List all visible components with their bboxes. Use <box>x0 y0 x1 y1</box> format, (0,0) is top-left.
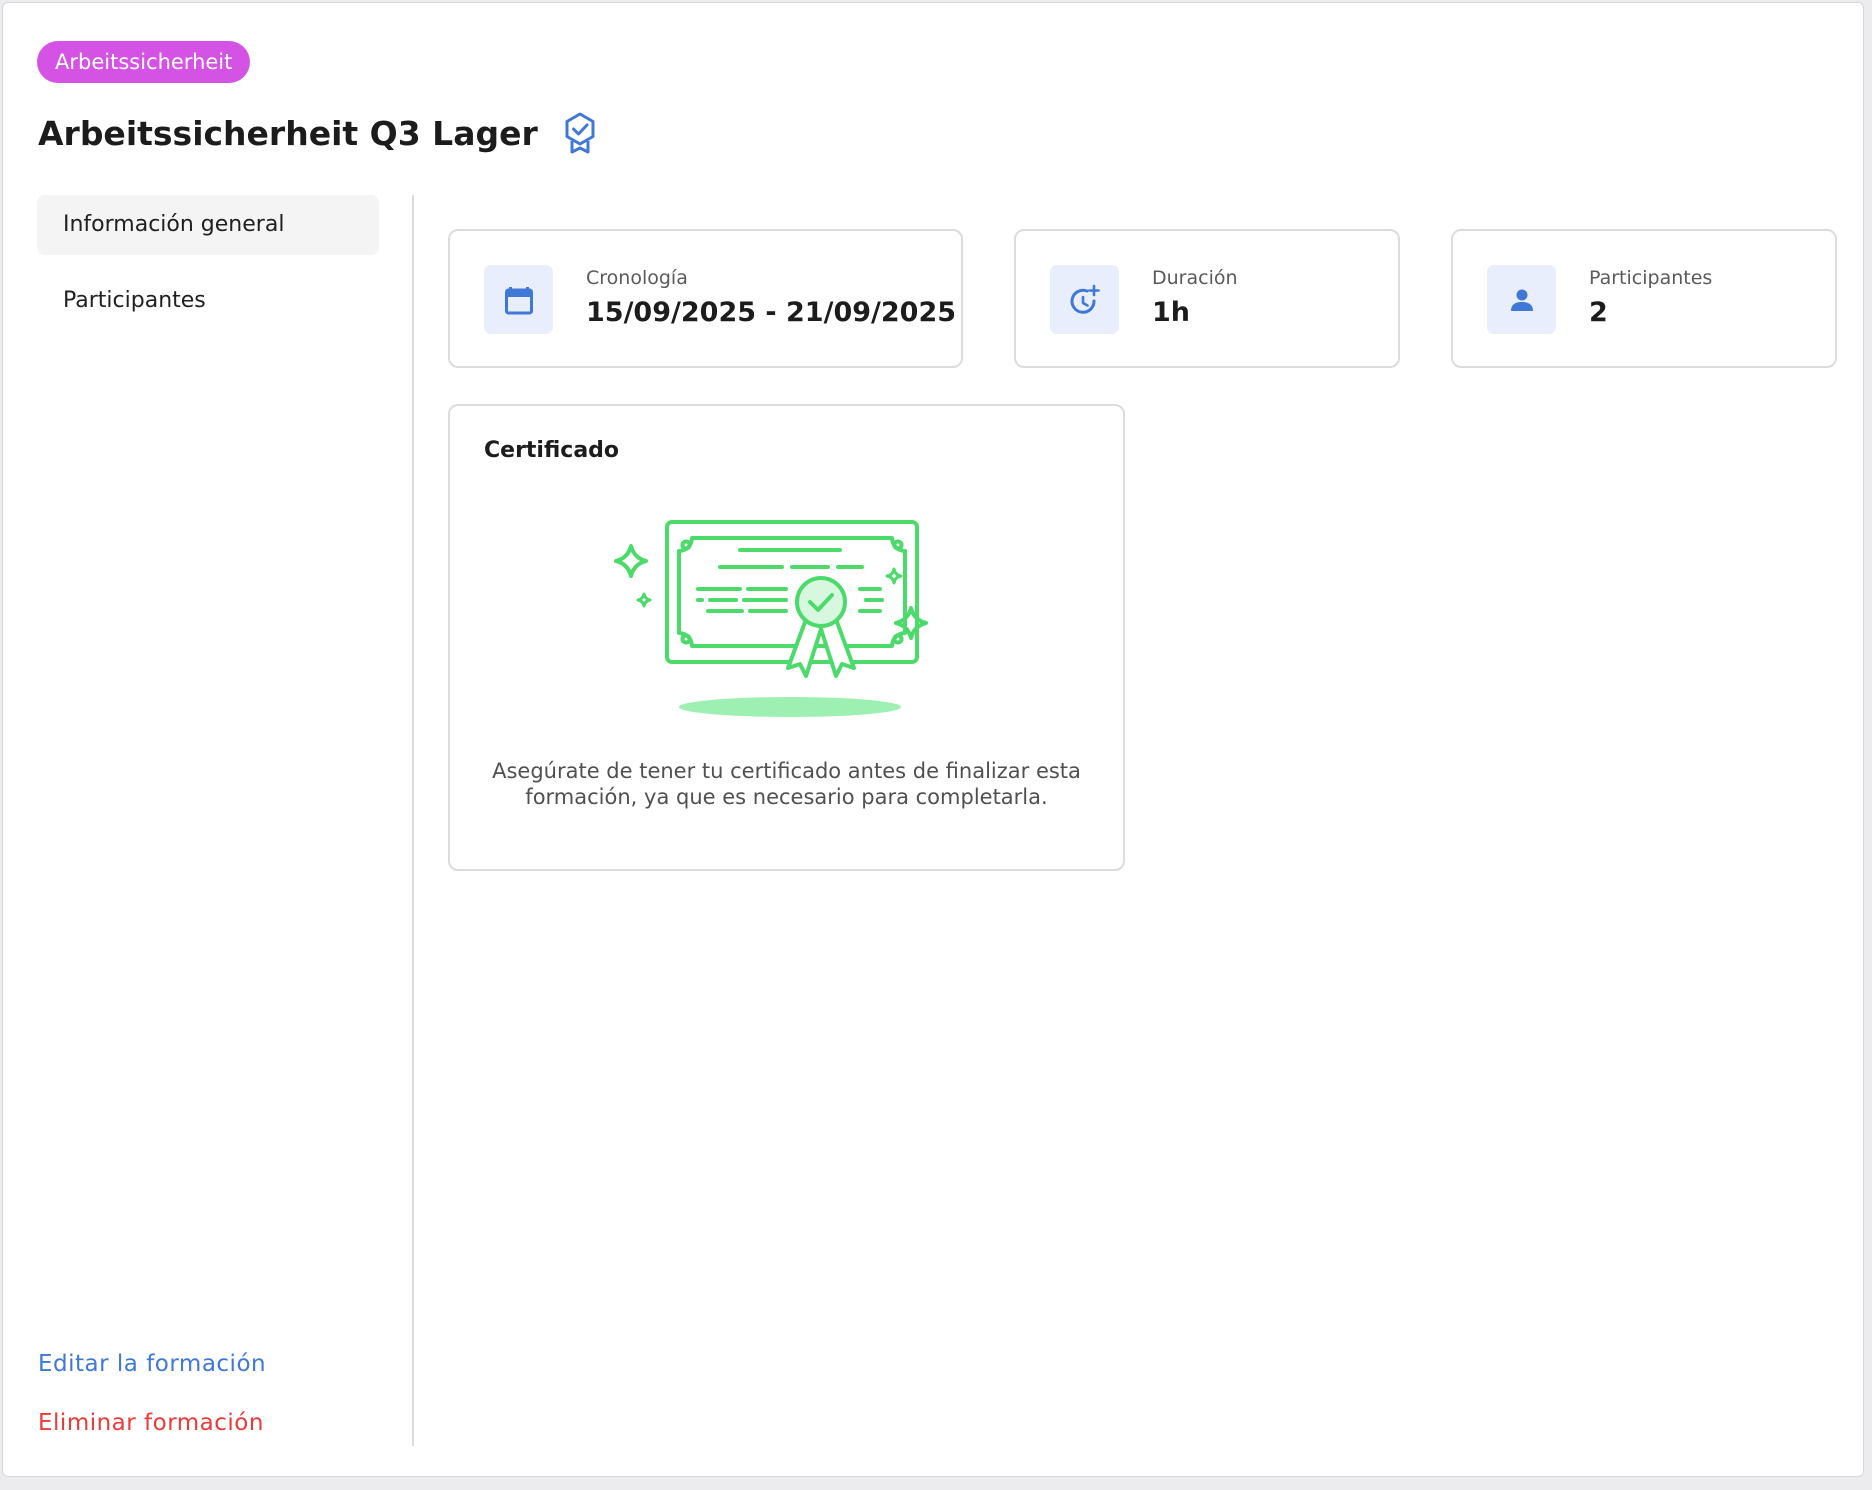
participants-label: Participantes <box>1589 267 1713 289</box>
duration-value: 1h <box>1152 297 1191 328</box>
page-title: Arbeitssicherheit Q3 Lager <box>38 113 538 153</box>
vertical-divider <box>412 195 414 1446</box>
category-tag: Arbeitssicherheit <box>37 41 251 83</box>
timeline-card: Cronología 15/09/2025 - 21/09/2025 <box>448 229 963 368</box>
person-icon <box>1510 289 1533 311</box>
title-row: Arbeitssicherheit Q3 Lager <box>38 111 600 155</box>
participants-card: Participantes 2 <box>1451 229 1837 368</box>
participants-icon-box <box>1487 265 1556 334</box>
duration-icon-box <box>1050 265 1119 334</box>
sidebar-item-participants[interactable]: Participantes <box>37 271 379 331</box>
duration-label: Duración <box>1152 267 1238 289</box>
duration-card: Duración 1h <box>1014 229 1400 368</box>
sidebar-item-general-info[interactable]: Información general <box>37 195 379 255</box>
timeline-icon-box <box>484 265 553 334</box>
edit-training-link[interactable]: Editar la formación <box>38 1351 266 1377</box>
certificate-card: Certificado Asegúrate de tener tu certif… <box>448 404 1125 871</box>
certificate-title: Certificado <box>484 438 620 463</box>
timeline-value: 15/09/2025 - 21/09/2025 <box>586 297 957 328</box>
calendar-icon <box>504 286 533 314</box>
certificate-illustration <box>614 520 928 717</box>
training-detail-panel: Arbeitssicherheit Arbeitssicherheit Q3 L… <box>2 2 1864 1477</box>
participants-value: 2 <box>1589 297 1608 328</box>
delete-training-link[interactable]: Eliminar formación <box>38 1410 266 1436</box>
timeline-label: Cronología <box>586 267 688 289</box>
sidebar-actions: Editar la formación Eliminar formación <box>38 1351 266 1469</box>
certified-badge-icon <box>565 112 595 154</box>
sidebar-nav: Información general Participantes <box>37 195 379 347</box>
clock-plus-icon <box>1070 284 1100 314</box>
certificate-description: Asegúrate de tener tu certificado antes … <box>492 759 1081 809</box>
